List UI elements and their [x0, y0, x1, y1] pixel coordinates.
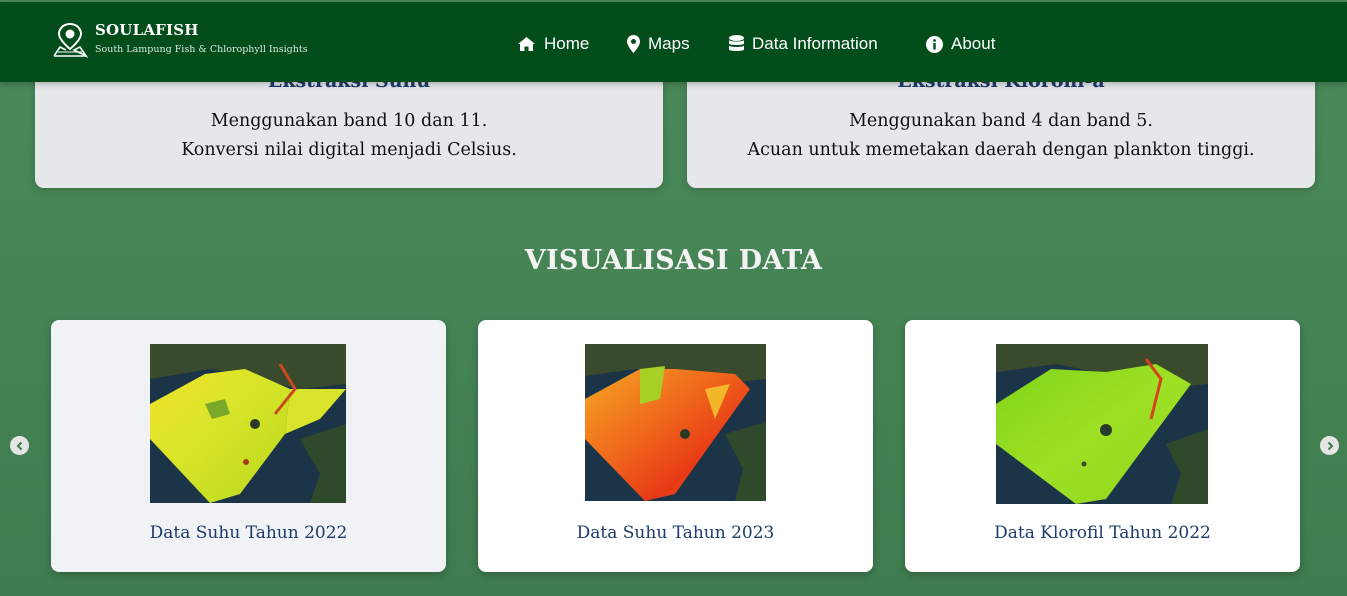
- carousel-next-button[interactable]: [1320, 436, 1339, 455]
- info-card-line: Menggunakan band 10 dan 11.: [210, 111, 488, 131]
- brand-tagline: South Lampung Fish & Chlorophyll Insight…: [95, 44, 308, 55]
- nav-data-information[interactable]: Data Information: [729, 32, 878, 56]
- info-card-line: Konversi nilai digital menjadi Celsius.: [181, 140, 517, 160]
- suhu-2023-map-image: [585, 344, 766, 501]
- carousel-prev-button[interactable]: [10, 436, 29, 455]
- nav-home-label: Home: [544, 34, 590, 53]
- nav-data-information-label: Data Information: [752, 34, 878, 53]
- home-icon: [518, 37, 535, 51]
- nav-about-label: About: [951, 34, 996, 53]
- database-icon: [729, 35, 744, 51]
- viz-card-suhu-2022[interactable]: Data Suhu Tahun 2022: [51, 320, 446, 572]
- klorofil-2022-map-image: [996, 344, 1208, 504]
- viz-card-suhu-2023[interactable]: Data Suhu Tahun 2023: [478, 320, 873, 572]
- navbar: SOULAFISH South Lampung Fish & Chlorophy…: [0, 2, 1347, 82]
- nav-home[interactable]: Home: [517, 32, 589, 56]
- viz-card-caption: Data Suhu Tahun 2023: [576, 523, 775, 543]
- viz-card-klorofil-2022[interactable]: Data Klorofil Tahun 2022: [905, 320, 1300, 572]
- info-card-line: Menggunakan band 4 dan band 5.: [848, 111, 1153, 131]
- info-card-line: Acuan untuk memetakan daerah dengan plan…: [747, 140, 1255, 160]
- brand-name: SOULAFISH: [95, 21, 199, 39]
- viz-card-caption: Data Suhu Tahun 2022: [149, 523, 348, 543]
- fish-map-logo-icon: [53, 22, 88, 58]
- info-circle-icon: [926, 35, 943, 53]
- nav-maps[interactable]: Maps: [627, 32, 690, 56]
- suhu-2022-map-image: [150, 344, 346, 503]
- chevron-left-icon: [16, 441, 22, 450]
- nav-about[interactable]: About: [926, 32, 995, 56]
- map-marker-icon: [627, 35, 640, 53]
- chevron-right-icon: [1327, 441, 1333, 450]
- viz-card-caption: Data Klorofil Tahun 2022: [994, 523, 1211, 543]
- nav-maps-label: Maps: [648, 34, 690, 53]
- section-title: VISUALISASI DATA: [524, 245, 823, 276]
